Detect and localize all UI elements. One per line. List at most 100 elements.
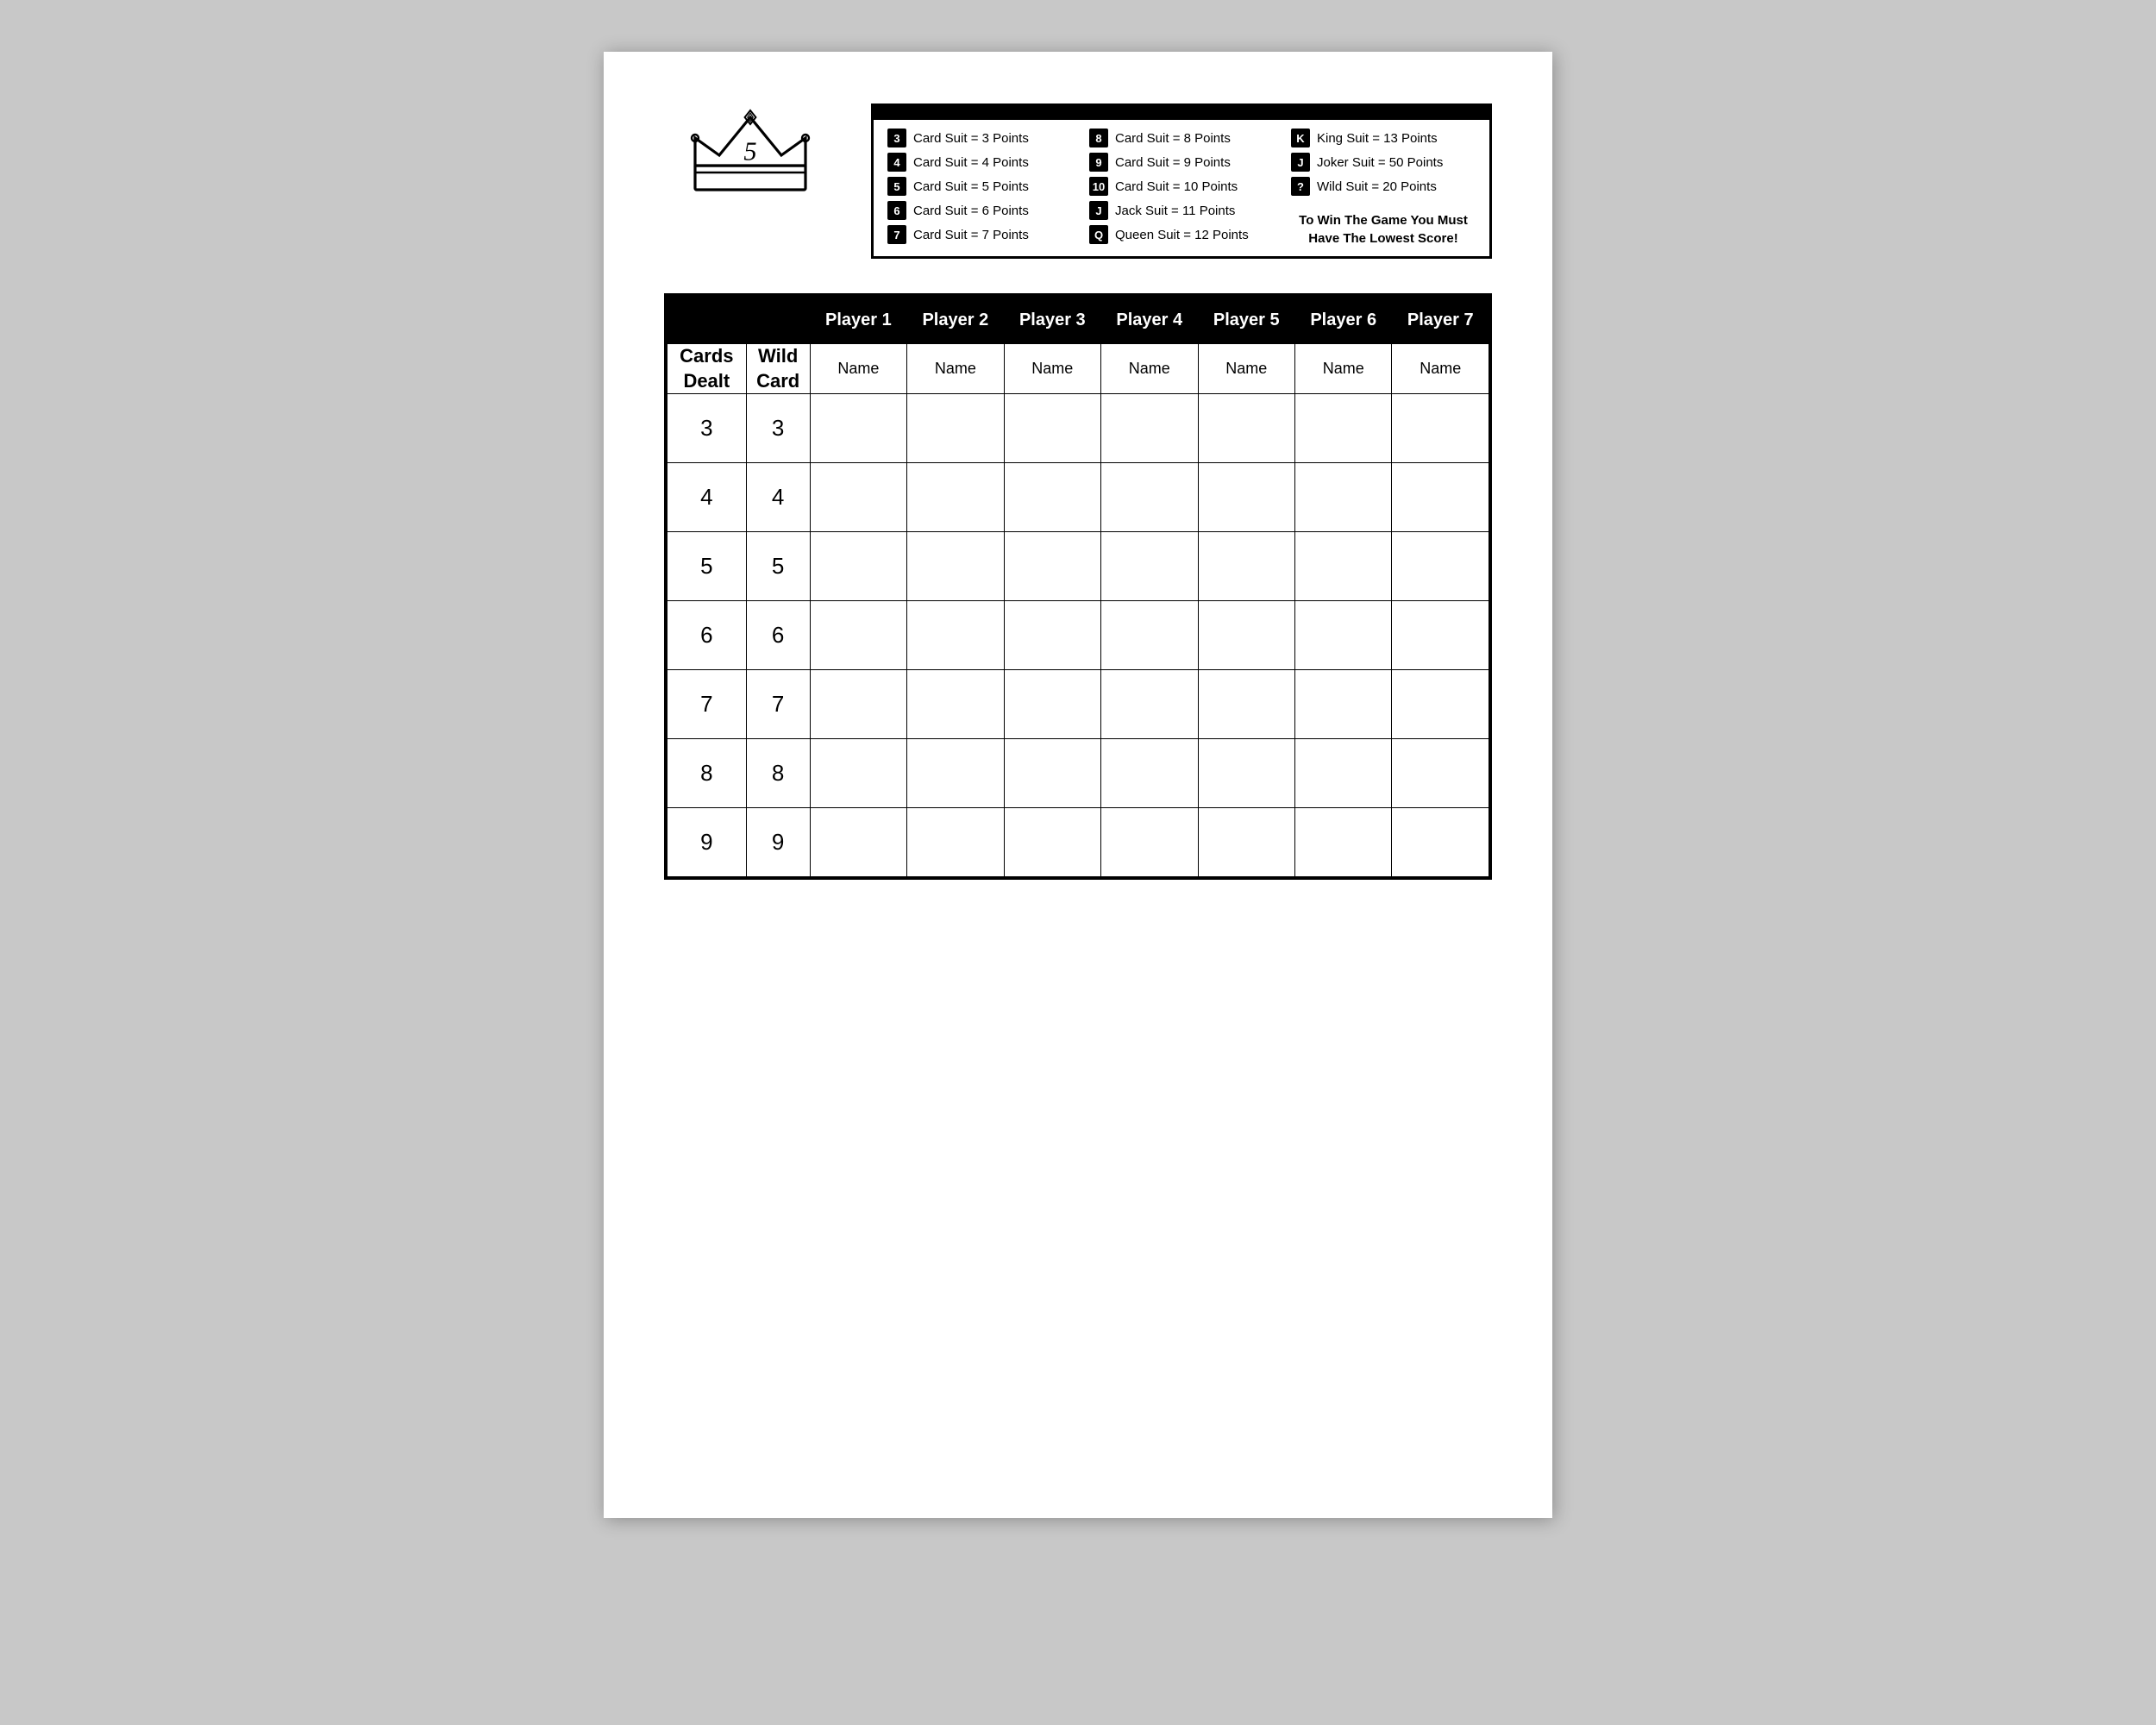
cards-dealt-value: 8 bbox=[667, 739, 747, 808]
wild-card-value: 4 bbox=[746, 463, 810, 532]
crown-logo: 5 bbox=[681, 104, 819, 207]
score-text: Jack Suit = 11 Points bbox=[1115, 204, 1235, 218]
header-player6: Player 6 bbox=[1294, 297, 1391, 344]
score-p1 bbox=[810, 601, 906, 670]
score-text: Card Suit = 5 Points bbox=[913, 179, 1029, 194]
score-p5 bbox=[1198, 601, 1294, 670]
score-text: Card Suit = 3 Points bbox=[913, 131, 1029, 146]
score-p6 bbox=[1294, 670, 1391, 739]
score-p5 bbox=[1198, 463, 1294, 532]
score-p7 bbox=[1392, 532, 1489, 601]
score-p6 bbox=[1294, 532, 1391, 601]
score-p2 bbox=[907, 394, 1004, 463]
name-p2: Name bbox=[907, 344, 1004, 394]
score-p5 bbox=[1198, 394, 1294, 463]
score-p3 bbox=[1004, 463, 1100, 532]
score-p7 bbox=[1392, 463, 1489, 532]
name-p5: Name bbox=[1198, 344, 1294, 394]
score-p5 bbox=[1198, 808, 1294, 877]
score-p4 bbox=[1101, 463, 1198, 532]
score-p7 bbox=[1392, 394, 1489, 463]
score-col-3: K King Suit = 13 Points J Joker Suit = 5… bbox=[1291, 129, 1476, 248]
name-p6: Name bbox=[1294, 344, 1391, 394]
cards-dealt-value: 5 bbox=[667, 532, 747, 601]
score-p3 bbox=[1004, 394, 1100, 463]
score-p3 bbox=[1004, 601, 1100, 670]
score-p3 bbox=[1004, 808, 1100, 877]
wild-card-value: 3 bbox=[746, 394, 810, 463]
score-col-2: 8 Card Suit = 8 Points 9 Card Suit = 9 P… bbox=[1089, 129, 1274, 248]
table-row: 5 5 bbox=[667, 532, 1489, 601]
header-player4: Player 4 bbox=[1101, 297, 1198, 344]
name-p1: Name bbox=[810, 344, 906, 394]
card-badge: Q bbox=[1089, 225, 1108, 244]
score-p5 bbox=[1198, 532, 1294, 601]
score-text: Card Suit = 9 Points bbox=[1115, 155, 1231, 170]
score-col-1: 3 Card Suit = 3 Points 4 Card Suit = 4 P… bbox=[887, 129, 1072, 248]
table-row: 4 4 bbox=[667, 463, 1489, 532]
name-p7: Name bbox=[1392, 344, 1489, 394]
header-player2: Player 2 bbox=[907, 297, 1004, 344]
score-text: Card Suit = 7 Points bbox=[913, 228, 1029, 242]
logo-area: 5 bbox=[664, 104, 837, 210]
score-guide-title bbox=[874, 106, 1489, 120]
score-p6 bbox=[1294, 808, 1391, 877]
score-p1 bbox=[810, 808, 906, 877]
cards-dealt-value: 3 bbox=[667, 394, 747, 463]
score-p4 bbox=[1101, 739, 1198, 808]
score-text: King Suit = 13 Points bbox=[1317, 131, 1438, 146]
score-p1 bbox=[810, 739, 906, 808]
card-badge: J bbox=[1291, 153, 1310, 172]
name-p4: Name bbox=[1101, 344, 1198, 394]
score-p2 bbox=[907, 601, 1004, 670]
wild-card-value: 6 bbox=[746, 601, 810, 670]
score-p3 bbox=[1004, 739, 1100, 808]
score-text: Queen Suit = 12 Points bbox=[1115, 228, 1249, 242]
table-row: 8 8 bbox=[667, 739, 1489, 808]
score-p6 bbox=[1294, 463, 1391, 532]
score-item: K King Suit = 13 Points bbox=[1291, 129, 1476, 147]
card-badge: 8 bbox=[1089, 129, 1108, 147]
score-item: 10 Card Suit = 10 Points bbox=[1089, 177, 1274, 196]
score-p2 bbox=[907, 739, 1004, 808]
score-item: 8 Card Suit = 8 Points bbox=[1089, 129, 1274, 147]
score-p7 bbox=[1392, 808, 1489, 877]
header-player5: Player 5 bbox=[1198, 297, 1294, 344]
score-item: 3 Card Suit = 3 Points bbox=[887, 129, 1072, 147]
score-item: 7 Card Suit = 7 Points bbox=[887, 225, 1072, 244]
score-text: Card Suit = 6 Points bbox=[913, 204, 1029, 218]
cards-dealt-value: 6 bbox=[667, 601, 747, 670]
score-guide: 3 Card Suit = 3 Points 4 Card Suit = 4 P… bbox=[871, 104, 1492, 259]
cards-dealt-label: CardsDealt bbox=[667, 344, 747, 394]
score-table: Player 1 Player 2 Player 3 Player 4 Play… bbox=[667, 296, 1489, 877]
score-p4 bbox=[1101, 532, 1198, 601]
score-p3 bbox=[1004, 532, 1100, 601]
score-p2 bbox=[907, 670, 1004, 739]
score-item: ? Wild Suit = 20 Points bbox=[1291, 177, 1476, 196]
score-text: Card Suit = 8 Points bbox=[1115, 131, 1231, 146]
score-p6 bbox=[1294, 739, 1391, 808]
header-player1: Player 1 bbox=[810, 297, 906, 344]
score-p4 bbox=[1101, 601, 1198, 670]
score-text: Joker Suit = 50 Points bbox=[1317, 155, 1443, 170]
card-badge: J bbox=[1089, 201, 1108, 220]
page: 5 3 Card Suit = 3 Points 4 Card Suit = 4… bbox=[604, 52, 1552, 1518]
score-p7 bbox=[1392, 601, 1489, 670]
wild-card-label: WildCard bbox=[746, 344, 810, 394]
table-row: 6 6 bbox=[667, 601, 1489, 670]
score-text: Card Suit = 10 Points bbox=[1115, 179, 1238, 194]
cards-dealt-value: 9 bbox=[667, 808, 747, 877]
score-item: Q Queen Suit = 12 Points bbox=[1089, 225, 1274, 244]
table-row: 9 9 bbox=[667, 808, 1489, 877]
card-badge: 6 bbox=[887, 201, 906, 220]
header-row: Player 1 Player 2 Player 3 Player 4 Play… bbox=[667, 297, 1489, 344]
score-p1 bbox=[810, 532, 906, 601]
card-badge: ? bbox=[1291, 177, 1310, 196]
score-item: J Joker Suit = 50 Points bbox=[1291, 153, 1476, 172]
score-p4 bbox=[1101, 670, 1198, 739]
score-table-wrapper: Player 1 Player 2 Player 3 Player 4 Play… bbox=[664, 293, 1492, 880]
wild-card-value: 7 bbox=[746, 670, 810, 739]
wild-card-value: 5 bbox=[746, 532, 810, 601]
header-empty bbox=[667, 297, 811, 344]
score-item: 9 Card Suit = 9 Points bbox=[1089, 153, 1274, 172]
